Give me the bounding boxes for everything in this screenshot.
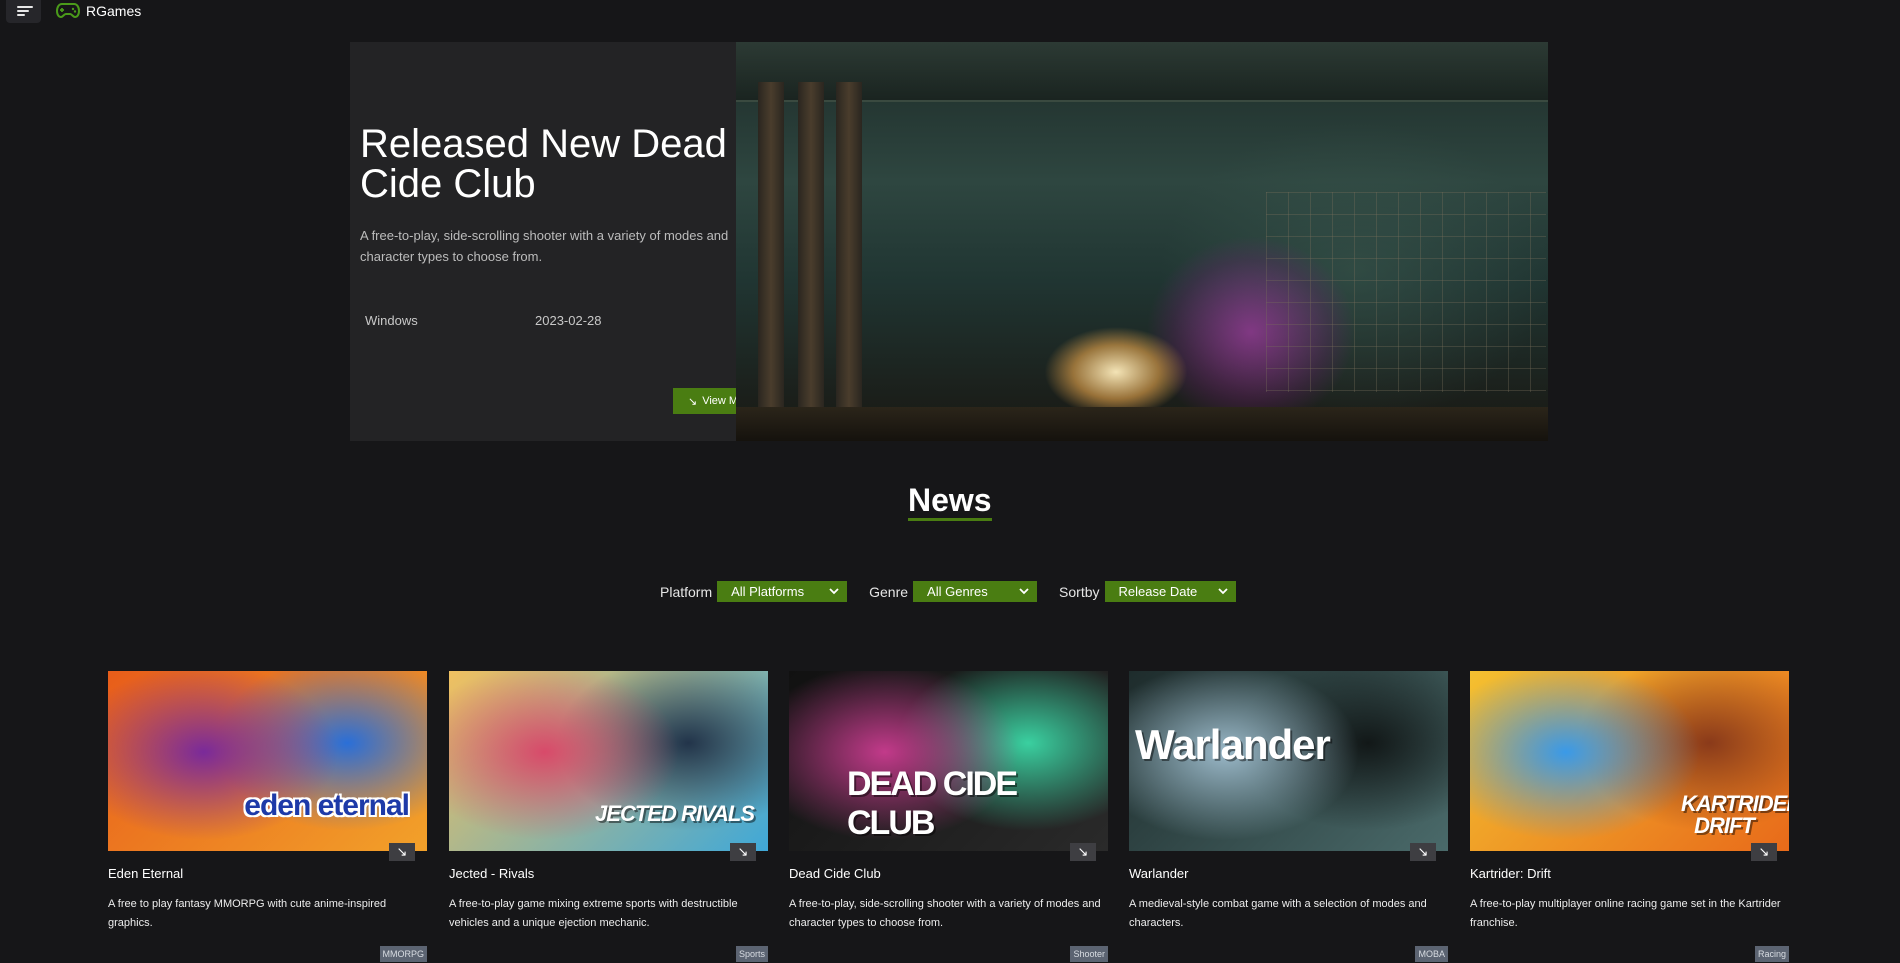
news-heading: News	[908, 482, 992, 521]
sort-select[interactable]: Release Date	[1104, 581, 1236, 602]
hero-title: Released New Dead Cide Club	[360, 122, 727, 206]
hero-scene-pillar	[798, 82, 824, 422]
hero-info-panel: Released New Dead Cide Club A free-to-pl…	[350, 42, 769, 441]
arrow-down-right-icon[interactable]: ↘	[730, 843, 756, 861]
game-thumbnail: Warlander	[1129, 671, 1448, 851]
game-thumbnail: eden eternal	[108, 671, 427, 851]
game-logo-text: KARTRIDER DRIFT	[1681, 791, 1789, 838]
genre-select-value: All Genres	[927, 584, 988, 599]
game-logo-text: JECTED RIVALS	[595, 801, 755, 826]
hero-platform: Windows	[365, 313, 418, 328]
game-card-grid: eden eternal ↘ Eden Eternal A free to pl…	[108, 671, 1789, 963]
menu-line-icon	[17, 10, 29, 12]
filter-bar: Platform All Platforms Genre All Genres …	[660, 581, 1236, 602]
game-description: A medieval-style combat game with a sele…	[1129, 898, 1427, 929]
chevron-down-icon	[1217, 588, 1228, 595]
gamepad-icon	[56, 3, 80, 19]
game-thumbnail: DEAD CIDE CLUB	[789, 671, 1108, 851]
genre-badge: Shooter	[1070, 946, 1108, 962]
game-description: A free-to-play multiplayer online racing…	[1470, 898, 1781, 929]
platform-select-value: All Platforms	[731, 584, 805, 599]
game-card[interactable]: Warlander ↘ Warlander A medieval-style c…	[1129, 671, 1448, 963]
genre-badge: MOBA	[1415, 946, 1448, 962]
game-title: Jected - Rivals	[449, 866, 535, 881]
menu-line-icon	[17, 6, 33, 8]
game-logo-text: Warlander	[1135, 721, 1331, 768]
hero-scene-pillar	[836, 82, 862, 422]
genre-filter-label: Genre	[869, 583, 909, 600]
game-thumbnail: KARTRIDER DRIFT	[1470, 671, 1789, 851]
hero-scene-fence	[1266, 192, 1546, 392]
game-logo-text: eden eternal	[244, 789, 410, 822]
hero-scene-pillar	[758, 82, 784, 422]
genre-badge: MMORPG	[379, 946, 427, 962]
genre-badge: Sports	[735, 946, 768, 962]
chevron-down-icon	[829, 588, 839, 595]
arrow-down-right-icon[interactable]: ↘	[1410, 843, 1436, 861]
genre-select[interactable]: All Genres	[913, 581, 1038, 602]
brand-logo-link[interactable]: RGames	[56, 2, 141, 19]
hero-banner: Released New Dead Cide Club A free-to-pl…	[350, 42, 1548, 441]
game-card[interactable]: KARTRIDER DRIFT ↘ Kartrider: Drift A fre…	[1470, 671, 1789, 963]
game-logo-text: DEAD CIDE CLUB	[847, 765, 1018, 842]
game-title: Kartrider: Drift	[1470, 866, 1551, 881]
game-title: Eden Eternal	[108, 866, 184, 881]
game-card[interactable]: eden eternal ↘ Eden Eternal A free to pl…	[108, 671, 427, 963]
brand-name: RGames	[86, 2, 142, 19]
platform-filter-label: Platform	[660, 583, 713, 600]
arrow-down-right-icon[interactable]: ↘	[1751, 843, 1777, 861]
game-description: A free-to-play game mixing extreme sport…	[449, 898, 738, 929]
sort-select-value: Release Date	[1118, 584, 1198, 599]
hero-release-date: 2023-02-28	[535, 313, 602, 328]
game-card[interactable]: JECTED RIVALS ↘ Jected - Rivals A free-t…	[449, 671, 768, 963]
game-description: A free to play fantasy MMORPG with cute …	[108, 898, 387, 929]
game-title: Warlander	[1129, 866, 1189, 881]
hero-game-screenshot	[736, 42, 1548, 441]
chevron-down-icon	[1019, 588, 1029, 595]
arrow-down-right-icon: ↘	[688, 395, 698, 408]
game-title: Dead Cide Club	[789, 866, 881, 881]
platform-select[interactable]: All Platforms	[717, 581, 848, 602]
genre-badge: Racing	[1754, 946, 1789, 962]
hero-scene-floor	[736, 407, 1548, 441]
sort-filter-label: Sortby	[1059, 583, 1100, 600]
game-thumbnail: JECTED RIVALS	[449, 671, 768, 851]
arrow-down-right-icon[interactable]: ↘	[1070, 843, 1096, 861]
game-card[interactable]: DEAD CIDE CLUB ↘ Dead Cide Club A free-t…	[789, 671, 1108, 963]
game-description: A free-to-play, side-scrolling shooter w…	[789, 898, 1101, 929]
menu-line-icon	[17, 14, 25, 16]
arrow-down-right-icon[interactable]: ↘	[389, 843, 415, 861]
hero-description: A free-to-play, side-scrolling shooter w…	[360, 228, 729, 264]
top-bar: RGames	[0, 0, 1900, 24]
hamburger-menu-button[interactable]	[6, 0, 41, 23]
